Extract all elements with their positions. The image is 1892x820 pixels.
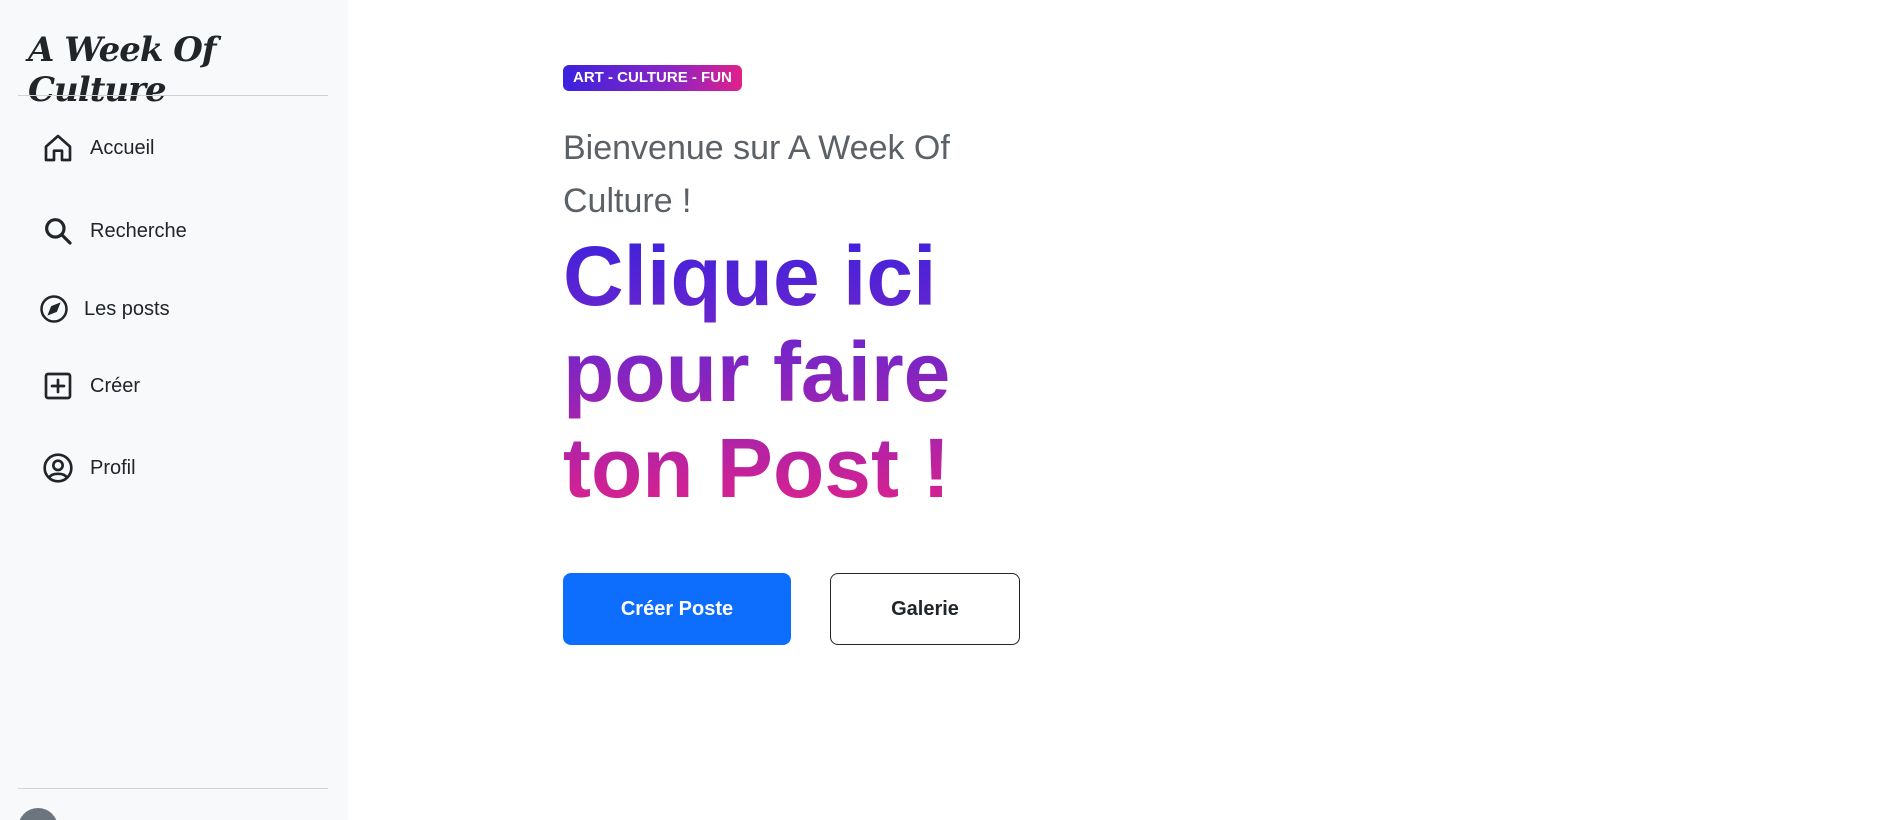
sidebar-item-les-posts[interactable]: Les posts [32, 287, 170, 331]
main-content: ART - CULTURE - FUN Bienvenue sur A Week… [348, 0, 1892, 820]
brand-logo[interactable]: A Week Of Culture [28, 30, 348, 110]
gallery-button[interactable]: Galerie [830, 573, 1020, 645]
sidebar-item-label: Accueil [90, 136, 155, 159]
sidebar-item-label: Recherche [90, 219, 187, 242]
search-icon [36, 209, 80, 253]
sidebar-bottom-divider [18, 788, 328, 789]
home-icon [36, 126, 80, 170]
user-circle-icon [36, 446, 80, 490]
sidebar-item-profil[interactable]: Profil [36, 446, 136, 490]
compass-icon [32, 287, 76, 331]
sidebar-item-label: Profil [90, 456, 136, 479]
sidebar-item-label: Les posts [84, 297, 170, 320]
app-root: A Week Of Culture Accueil Recherche Les … [0, 0, 1892, 820]
sidebar-item-creer[interactable]: Créer [36, 364, 140, 408]
plus-square-icon [36, 364, 80, 408]
avatar[interactable] [18, 808, 58, 820]
category-badge: ART - CULTURE - FUN [563, 65, 742, 91]
sidebar-item-recherche[interactable]: Recherche [36, 209, 187, 253]
sidebar-item-accueil[interactable]: Accueil [36, 126, 154, 170]
welcome-text: Bienvenue sur A Week Of Culture ! [563, 129, 950, 220]
create-post-button[interactable]: Créer Poste [563, 573, 791, 645]
hero-headline[interactable]: Clique ici pour faire ton Post ! [563, 228, 1083, 516]
sidebar-item-label: Créer [90, 374, 141, 397]
sidebar-top-divider [18, 95, 328, 96]
sidebar: A Week Of Culture Accueil Recherche Les … [0, 0, 348, 820]
